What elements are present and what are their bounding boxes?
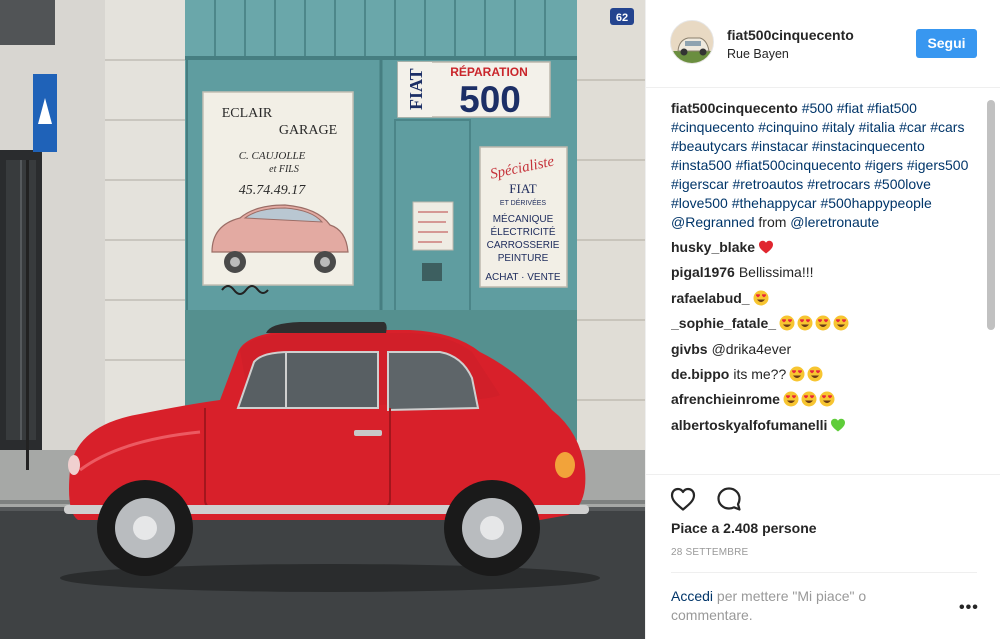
heart-eyes-emoji-icon: [807, 366, 823, 382]
comment-item: rafaelabud_: [671, 289, 983, 314]
hashtag-link[interactable]: #fiat500cinquecento: [736, 157, 861, 173]
post-side-panel: fiat500cinquecento Rue Bayen Segui fiat5…: [645, 0, 1000, 639]
section-divider: [646, 474, 1000, 475]
hashtag-link[interactable]: #cinquino: [758, 119, 818, 135]
hashtag-link[interactable]: #igers500: [907, 157, 969, 173]
comment-mention-link[interactable]: @drika4ever: [712, 341, 792, 357]
comments-scrollbar[interactable]: [987, 100, 995, 330]
comment-item: _sophie_fatale_: [671, 314, 983, 339]
comment-bubble-icon: [717, 487, 741, 511]
sign-mecanique: MÉCANIQUE: [493, 212, 554, 225]
sign-reparation: RÉPARATION: [450, 64, 528, 79]
comment-item: pigal1976 Bellissima!!!: [671, 263, 983, 288]
heart-eyes-emoji-icon: [789, 366, 805, 382]
comment-text: its me??: [733, 365, 787, 382]
hashtag-link[interactable]: #cars: [930, 119, 964, 135]
hashtag-link[interactable]: #love500: [671, 195, 728, 211]
sign-phone: 45.74.49.17: [239, 183, 307, 198]
heart-eyes-emoji-icon: [819, 391, 835, 407]
caption-username[interactable]: fiat500cinquecento: [671, 100, 798, 116]
sign-electricite: ÉLECTRICITÉ: [490, 225, 555, 238]
caption-from-text: from: [758, 214, 787, 230]
post-location[interactable]: Rue Bayen: [727, 47, 789, 61]
heart-eyes-emoji-icon: [801, 391, 817, 407]
login-divider: [671, 572, 977, 573]
sign-garage: GARAGE: [279, 123, 337, 138]
hashtag-link[interactable]: #car: [899, 119, 926, 135]
sign-et-fils: et FILS: [269, 164, 299, 175]
comment-button[interactable]: [715, 485, 743, 513]
comment-item: givbs @drika4ever: [671, 340, 983, 365]
follow-button[interactable]: Segui: [916, 29, 977, 58]
heart-eyes-emoji-icon: [833, 315, 849, 331]
heart-eyes-emoji-icon: [783, 391, 799, 407]
red-heart-emoji-icon: [759, 240, 774, 254]
comment-username[interactable]: rafaelabud_: [671, 290, 750, 306]
hashtag-link[interactable]: #500: [802, 100, 833, 116]
comment-text: Bellissima!!!: [738, 264, 814, 281]
comment-item: husky_blake: [671, 238, 983, 263]
post-photo[interactable]: 62 ECLAIR GARAGE C. CAUJOLLE et FILS 45.…: [0, 0, 645, 639]
hashtag-link[interactable]: #fiat500: [867, 100, 917, 116]
like-button[interactable]: [669, 485, 697, 513]
hashtag-link[interactable]: #retroautos: [732, 176, 803, 192]
hashtag-link[interactable]: #instacinquecento: [812, 138, 925, 154]
comment-username[interactable]: givbs: [671, 341, 708, 357]
comment-username[interactable]: _sophie_fatale_: [671, 315, 776, 331]
comment-username[interactable]: pigal1976: [671, 264, 735, 280]
hashtag-link[interactable]: #thehappycar: [732, 195, 817, 211]
sign-fiat-right: FIAT: [509, 181, 537, 196]
sign-achat-vente: ACHAT · VENTE: [485, 272, 561, 283]
sign-peinture: PEINTURE: [498, 253, 549, 264]
comment-item: afrenchieinrome: [671, 390, 983, 415]
house-number: 62: [616, 12, 628, 24]
comment-username[interactable]: husky_blake: [671, 239, 755, 255]
hashtag-link[interactable]: #igerscar: [671, 176, 729, 192]
login-prompt: Accedi per mettere "Mi piace" o commenta…: [671, 587, 941, 625]
comment-username[interactable]: afrenchieinrome: [671, 391, 780, 407]
hashtag-link[interactable]: #500love: [874, 176, 931, 192]
hashtag-link[interactable]: #fiat: [837, 100, 863, 116]
sign-fiat-vertical: FIAT: [406, 68, 426, 110]
post-header: fiat500cinquecento Rue Bayen Segui: [646, 0, 1000, 88]
sign-derivees: ET DÉRIVÉES: [500, 198, 546, 207]
likes-count[interactable]: Piace a 2.408 persone: [671, 520, 817, 536]
photo-scene: 62 ECLAIR GARAGE C. CAUJOLLE et FILS 45.…: [0, 0, 645, 639]
avatar-car-icon: [671, 21, 713, 63]
hashtag-link[interactable]: #500happypeople: [820, 195, 931, 211]
comment-username[interactable]: de.bippo: [671, 366, 729, 382]
hashtag-link[interactable]: #beautycars: [671, 138, 747, 154]
heart-eyes-emoji-icon: [779, 315, 795, 331]
heart-eyes-emoji-icon: [753, 290, 769, 306]
comment-username[interactable]: albertoskyalfofumanelli: [671, 417, 827, 433]
hashtag-link[interactable]: #instacar: [751, 138, 808, 154]
hashtag-link[interactable]: #italy: [822, 119, 855, 135]
hashtag-link[interactable]: #insta500: [671, 157, 732, 173]
post-username[interactable]: fiat500cinquecento: [727, 27, 854, 43]
comment-item: de.bippo its me??: [671, 365, 983, 390]
more-options-button[interactable]: •••: [959, 600, 979, 617]
post-caption: fiat500cinquecento #500 #fiat #fiat500 #…: [671, 99, 983, 232]
heart-eyes-emoji-icon: [797, 315, 813, 331]
hashtag-link[interactable]: #italia: [859, 119, 896, 135]
hashtag-link[interactable]: #retrocars: [807, 176, 870, 192]
heart-eyes-emoji-icon: [815, 315, 831, 331]
hashtag-link[interactable]: #igers: [865, 157, 903, 173]
credit-link[interactable]: @leretronaute: [790, 214, 879, 230]
avatar[interactable]: [670, 20, 714, 64]
hashtag-link[interactable]: #cinquecento: [671, 119, 754, 135]
mention-link[interactable]: @Regranned: [671, 214, 755, 230]
post-date[interactable]: 28 SETTEMBRE: [671, 547, 748, 558]
login-link[interactable]: Accedi: [671, 588, 713, 604]
sign-caujolle: C. CAUJOLLE: [239, 150, 306, 162]
sign-500: 500: [459, 79, 521, 120]
sign-eclair: ECLAIR: [222, 106, 273, 121]
green-heart-emoji-icon: [831, 418, 846, 432]
sign-carrosserie: CARROSSERIE: [487, 240, 560, 251]
comment-item: albertoskyalfofumanelli: [671, 416, 983, 441]
heart-outline-icon: [670, 487, 696, 511]
comments-list[interactable]: fiat500cinquecento #500 #fiat #fiat500 #…: [671, 99, 983, 474]
